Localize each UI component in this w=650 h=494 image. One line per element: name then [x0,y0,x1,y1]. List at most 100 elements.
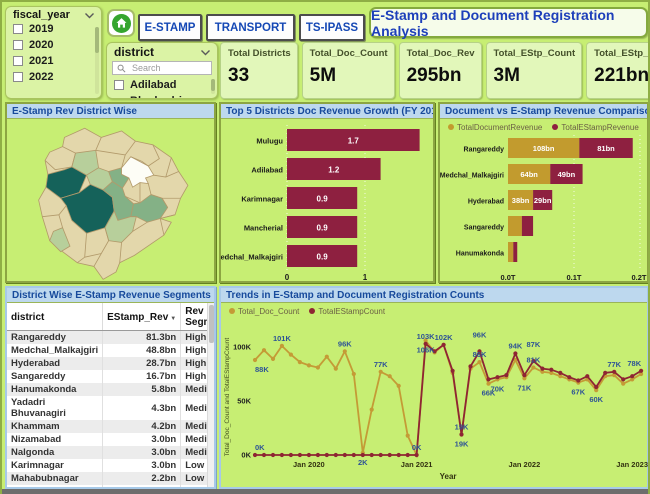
data-point[interactable] [342,452,347,458]
bar-segment[interactable] [513,242,518,262]
data-point[interactable] [279,452,284,458]
chevron-down-icon[interactable] [200,49,211,56]
data-point[interactable] [621,381,626,386]
scrollbar-thumb[interactable] [211,79,215,91]
data-point[interactable] [306,452,311,458]
table-row[interactable]: Mahabubnagar 2.2bn Low [7,472,207,485]
table-row[interactable]: Nizamabad3.0bnMedium [7,433,207,446]
fiscal-year-option-2022[interactable]: 2022 [6,69,101,85]
home-button[interactable] [107,9,135,37]
data-point[interactable] [576,378,581,383]
data-point[interactable] [297,360,302,365]
data-point[interactable] [324,452,329,458]
data-point[interactable] [558,370,563,375]
data-point[interactable] [513,351,518,356]
table-row[interactable]: Rangareddy 81.3bn High [7,330,207,344]
chevron-down-icon[interactable] [84,12,95,19]
data-point[interactable] [441,342,446,347]
data-point[interactable] [288,452,293,458]
data-point[interactable] [270,356,276,361]
data-point[interactable] [459,432,464,437]
data-point[interactable] [324,354,329,359]
data-point[interactable] [396,452,401,458]
checkbox[interactable] [114,80,124,90]
table-row[interactable]: Suryapet2.1bnLow [7,485,207,487]
data-point[interactable] [495,375,500,380]
legend-item[interactable]: TotalDocumentRevenue [448,123,542,132]
data-point[interactable] [594,384,599,390]
table-row[interactable]: Medchal_Malkajgiri 48.8bn High [7,344,207,357]
table-row[interactable]: Karimnagar 3.0bn Low [7,459,207,472]
data-point[interactable] [387,374,392,379]
data-point[interactable] [252,452,258,458]
legend-item[interactable]: TotalEStampRevenue [552,123,639,132]
data-point[interactable] [369,407,374,412]
data-point[interactable] [252,357,258,363]
data-point[interactable] [261,348,267,353]
data-point[interactable] [387,452,392,458]
district-search[interactable] [112,61,212,75]
data-point[interactable] [369,452,374,458]
data-point[interactable] [351,452,356,458]
table-row[interactable]: Hanumakonda5.8bnMedium [7,383,207,396]
checkbox[interactable] [13,24,23,34]
data-point[interactable] [378,452,383,458]
scrollbar-thumb[interactable] [209,305,214,343]
nav-button-estamp[interactable]: E-STAMP [138,14,202,41]
data-point[interactable] [306,363,311,368]
data-point[interactable] [270,452,276,458]
data-point[interactable] [315,452,320,458]
fiscal-year-option-2021[interactable]: 2021 [6,53,101,69]
legend-item[interactable]: TotalEStampCount [309,307,385,316]
checkbox[interactable] [13,40,23,50]
district-option-adilabad[interactable]: Adilabad [107,77,217,93]
data-point[interactable] [450,368,455,373]
data-point[interactable] [486,377,491,382]
data-point[interactable] [621,377,626,382]
fiscal-year-option-2019[interactable]: 2019 [6,21,101,37]
data-point[interactable] [288,352,293,357]
fiscal-year-option-2020[interactable]: 2020 [6,37,101,53]
data-point[interactable] [405,452,410,458]
data-point[interactable] [396,383,401,388]
data-point[interactable] [279,343,284,348]
data-point[interactable] [522,373,527,378]
table-row[interactable]: Nalgonda3.0bnMedium [7,446,207,459]
column-header-district[interactable]: district [7,303,104,331]
district-option-bhadradri-kothagudem[interactable]: Bhadradri Kothagudem [107,93,217,98]
scrollbar[interactable] [207,303,214,487]
data-point[interactable] [630,374,635,379]
bar-segment[interactable] [521,216,534,236]
table-row[interactable]: Hyderabad 28.7bn High [7,357,207,370]
data-point[interactable] [333,452,338,458]
data-point[interactable] [477,360,482,365]
data-point[interactable] [414,452,419,458]
data-point[interactable] [351,371,356,377]
checkbox[interactable] [13,56,23,66]
nav-button-transport[interactable]: TRANSPORT [206,14,295,41]
data-point[interactable] [315,365,320,370]
data-point[interactable] [504,373,509,378]
scrollbar[interactable] [95,27,99,94]
data-point[interactable] [549,367,554,372]
data-point[interactable] [468,364,473,369]
nav-button-tsipass[interactable]: TS-IPASS [299,14,365,41]
bar-segment[interactable] [508,216,522,236]
bar-segment[interactable] [508,242,514,262]
data-point[interactable] [261,452,267,458]
data-point[interactable] [405,433,410,438]
data-point[interactable] [585,374,590,379]
table-row[interactable]: Yadadri Bhuvanagiri4.3bnMedium [7,396,207,420]
checkbox[interactable] [13,72,23,82]
data-point[interactable] [333,366,338,371]
column-header-estamp-rev[interactable]: EStamp_Rev ▼ [102,303,182,331]
scrollbar[interactable] [211,79,215,94]
data-point[interactable] [612,369,617,374]
column-header-rev-segment[interactable]: Rev Segment [180,303,207,331]
scrollbar-thumb[interactable] [95,27,99,53]
table-row[interactable]: Sangareddy 16.7bn High [7,370,207,383]
data-point[interactable] [378,369,383,374]
data-point[interactable] [603,370,608,375]
legend-item[interactable]: Total_Doc_Count [229,307,299,316]
data-point[interactable] [540,366,545,371]
